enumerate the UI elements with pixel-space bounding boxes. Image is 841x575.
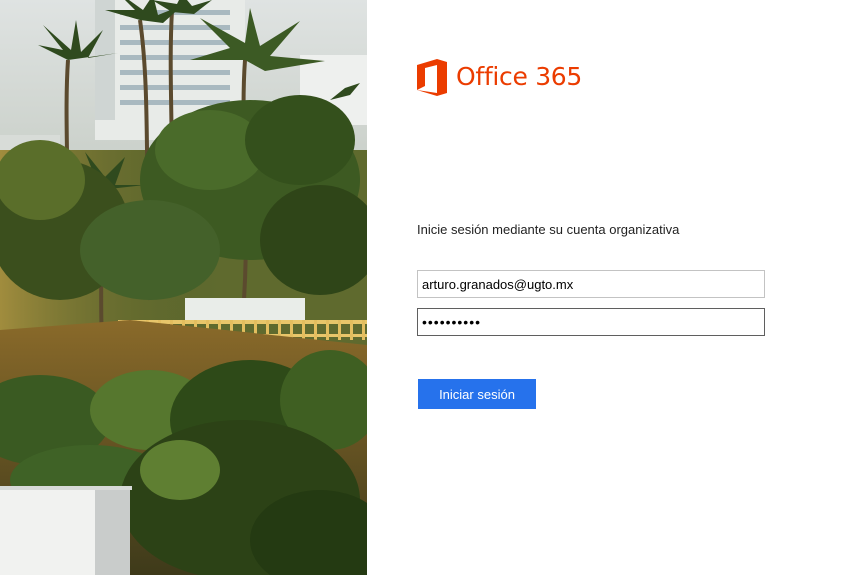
brand-header: Office 365 bbox=[417, 58, 582, 96]
login-panel: Office 365 Inicie sesión mediante su cue… bbox=[367, 0, 841, 575]
office-logo-icon bbox=[417, 58, 447, 96]
username-input[interactable] bbox=[417, 270, 765, 298]
brand-name: Office 365 bbox=[456, 62, 583, 91]
palm-park-illustration bbox=[0, 0, 367, 575]
password-input[interactable] bbox=[417, 308, 765, 336]
sign-in-page: Office 365 Inicie sesión mediante su cue… bbox=[0, 0, 841, 575]
sign-in-prompt: Inicie sesión mediante su cuenta organiz… bbox=[417, 222, 680, 237]
background-illustration bbox=[0, 0, 367, 575]
sign-in-button[interactable]: Iniciar sesión bbox=[418, 379, 536, 409]
